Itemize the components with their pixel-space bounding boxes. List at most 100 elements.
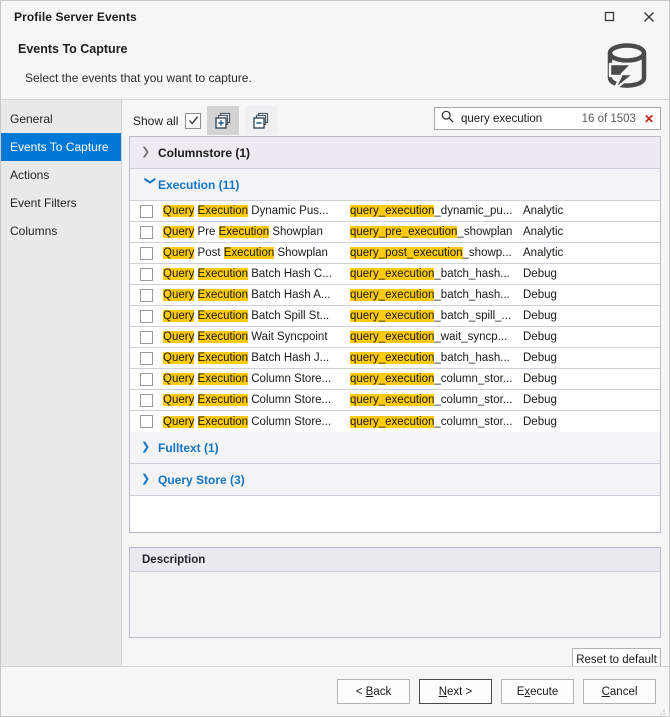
event-checkbox[interactable] xyxy=(140,204,153,218)
search-highlight: Execution xyxy=(197,205,249,217)
table-row[interactable]: Query Execution Column Store... query_exe… xyxy=(130,390,660,411)
sidebar-item-columns[interactable]: Columns xyxy=(1,217,121,245)
table-row[interactable]: Query Execution Wait Syncpoint query_exec… xyxy=(130,327,660,348)
footer: < Back Next > Execute Cancel xyxy=(1,666,669,716)
event-channel-cell: Analytic xyxy=(523,247,564,259)
sidebar-item-events-to-capture[interactable]: Events To Capture xyxy=(1,133,121,161)
cancel-button[interactable]: Cancel xyxy=(583,679,656,704)
text-fragment: _column_stor... xyxy=(434,373,513,385)
window-title: Profile Server Events xyxy=(14,9,137,24)
row-checkbox-cell xyxy=(130,330,163,344)
sidebar-item-event-filters[interactable]: Event Filters xyxy=(1,189,121,217)
search-highlight: query_execution xyxy=(350,310,435,322)
clear-search-icon[interactable]: ✕ xyxy=(644,113,656,125)
event-checkbox[interactable] xyxy=(140,415,153,428)
expand-all-icon[interactable] xyxy=(207,106,240,135)
group-header-columnstore[interactable]: ❯ Columnstore (1) xyxy=(130,137,660,169)
collapse-all-icon[interactable] xyxy=(245,106,278,135)
row-checkbox-cell xyxy=(130,267,163,281)
event-package-cell: query_execution_column_stor... xyxy=(350,394,522,406)
row-checkbox-cell xyxy=(130,393,163,407)
next-button[interactable]: Next > xyxy=(419,679,492,704)
search-highlight: Query xyxy=(163,352,195,364)
event-package-cell: query_execution_batch_hash... xyxy=(350,352,522,364)
show-all-label: Show all xyxy=(133,113,179,128)
event-checkbox[interactable] xyxy=(140,225,153,239)
table-row[interactable]: Query Execution Column Store... query_exe… xyxy=(130,369,660,390)
group-header-fulltext[interactable]: ❯ Fulltext (1) xyxy=(130,432,660,464)
event-checkbox[interactable] xyxy=(140,309,153,323)
event-package-cell: query_execution_batch_hash... xyxy=(350,289,522,301)
event-package-cell: query_execution_batch_spill_... xyxy=(350,310,522,322)
search-highlight: Execution xyxy=(218,226,270,238)
table-row[interactable]: Query Execution Column Store... query_exe… xyxy=(130,411,660,432)
search-match-count: 16 of 1503 xyxy=(581,112,636,125)
event-channel-cell: Analytic xyxy=(523,205,564,217)
event-name-cell: Query Post Execution Showplan xyxy=(163,247,350,259)
event-channel-cell: Analytic xyxy=(523,226,564,238)
table-row[interactable]: Query Execution Batch Hash J... query_exe… xyxy=(130,348,660,369)
text-fragment: Dynamic Pus... xyxy=(248,205,329,217)
text-fragment: Post xyxy=(194,247,224,259)
event-package-cell: query_pre_execution_showplan xyxy=(350,226,522,238)
event-checkbox[interactable] xyxy=(140,393,153,407)
table-row[interactable]: Query Execution Batch Spill St... query_e… xyxy=(130,306,660,327)
text-fragment: _wait_syncp... xyxy=(434,331,508,343)
close-icon[interactable] xyxy=(629,2,669,32)
search-highlight: query_execution xyxy=(350,394,435,406)
table-row[interactable]: Query Execution Dynamic Pus... query_exec… xyxy=(130,201,660,222)
table-row[interactable]: Query Execution Batch Hash C... query_exe… xyxy=(130,264,660,285)
text-fragment: Batch Hash C... xyxy=(248,268,332,280)
group-label: Execution (11) xyxy=(158,177,240,192)
event-checkbox[interactable] xyxy=(140,330,153,344)
search-highlight: Query xyxy=(163,415,195,428)
group-header-query-store[interactable]: ❯ Query Store (3) xyxy=(130,464,660,496)
execute-button[interactable]: Execute xyxy=(501,679,574,704)
text-fragment: _column_stor... xyxy=(434,394,513,406)
text-fragment: Showplan xyxy=(274,247,328,259)
search-highlight: Query xyxy=(163,310,195,322)
sidebar-item-actions[interactable]: Actions xyxy=(1,161,121,189)
search-highlight: Execution xyxy=(197,373,249,385)
search-highlight: query_post_execution xyxy=(350,247,463,259)
row-checkbox-cell xyxy=(130,204,163,218)
search-highlight: Execution xyxy=(197,352,249,364)
search-highlight: Query xyxy=(163,289,195,301)
show-all-checkbox[interactable] xyxy=(185,112,202,129)
text-fragment: Showplan xyxy=(269,226,323,238)
table-row[interactable]: Query Post Execution Showplan query_post_… xyxy=(130,243,660,264)
sidebar-item-general[interactable]: General xyxy=(1,105,121,133)
header-banner: Events To Capture Select the events that… xyxy=(1,32,669,100)
description-header: Description xyxy=(130,548,660,572)
search-highlight: Query xyxy=(163,247,195,259)
group-label: Columnstore (1) xyxy=(158,145,251,160)
search-highlight: Query xyxy=(163,331,195,343)
search-highlight: Query xyxy=(163,205,195,217)
text-fragment: Batch Spill St... xyxy=(248,310,330,322)
search-highlight: Execution xyxy=(197,268,249,280)
group-header-execution[interactable]: ❯ Execution (11) xyxy=(130,169,660,201)
event-channel-cell: Debug xyxy=(523,289,557,301)
event-checkbox[interactable] xyxy=(140,267,153,281)
back-button[interactable]: < Back xyxy=(337,679,410,704)
grid-empty-space xyxy=(130,496,660,532)
table-row[interactable]: Query Pre Execution Showplan query_pre_ex… xyxy=(130,222,660,243)
event-checkbox[interactable] xyxy=(140,288,153,302)
search-highlight: query_execution xyxy=(350,352,435,364)
event-checkbox[interactable] xyxy=(140,246,153,260)
event-checkbox[interactable] xyxy=(140,351,153,365)
group-label: Query Store (3) xyxy=(158,472,245,487)
search-input[interactable]: query execution xyxy=(454,113,582,125)
resize-grip-icon[interactable] xyxy=(656,703,666,715)
database-lightning-icon xyxy=(597,40,655,94)
events-grid: ❯ Columnstore (1) ❯ Execution (11) Query… xyxy=(129,136,661,533)
search-box[interactable]: query execution 16 of 1503 ✕ xyxy=(434,107,661,130)
event-row-list: Query Execution Dynamic Pus... query_exec… xyxy=(130,201,660,432)
event-checkbox[interactable] xyxy=(140,372,153,386)
text-fragment: _dynamic_pu... xyxy=(434,205,513,217)
row-checkbox-cell xyxy=(130,372,163,386)
table-row[interactable]: Query Execution Batch Hash A... query_exe… xyxy=(130,285,660,306)
maximize-icon[interactable] xyxy=(589,2,629,32)
description-panel: Description xyxy=(129,547,661,638)
search-highlight: Execution xyxy=(197,415,249,428)
